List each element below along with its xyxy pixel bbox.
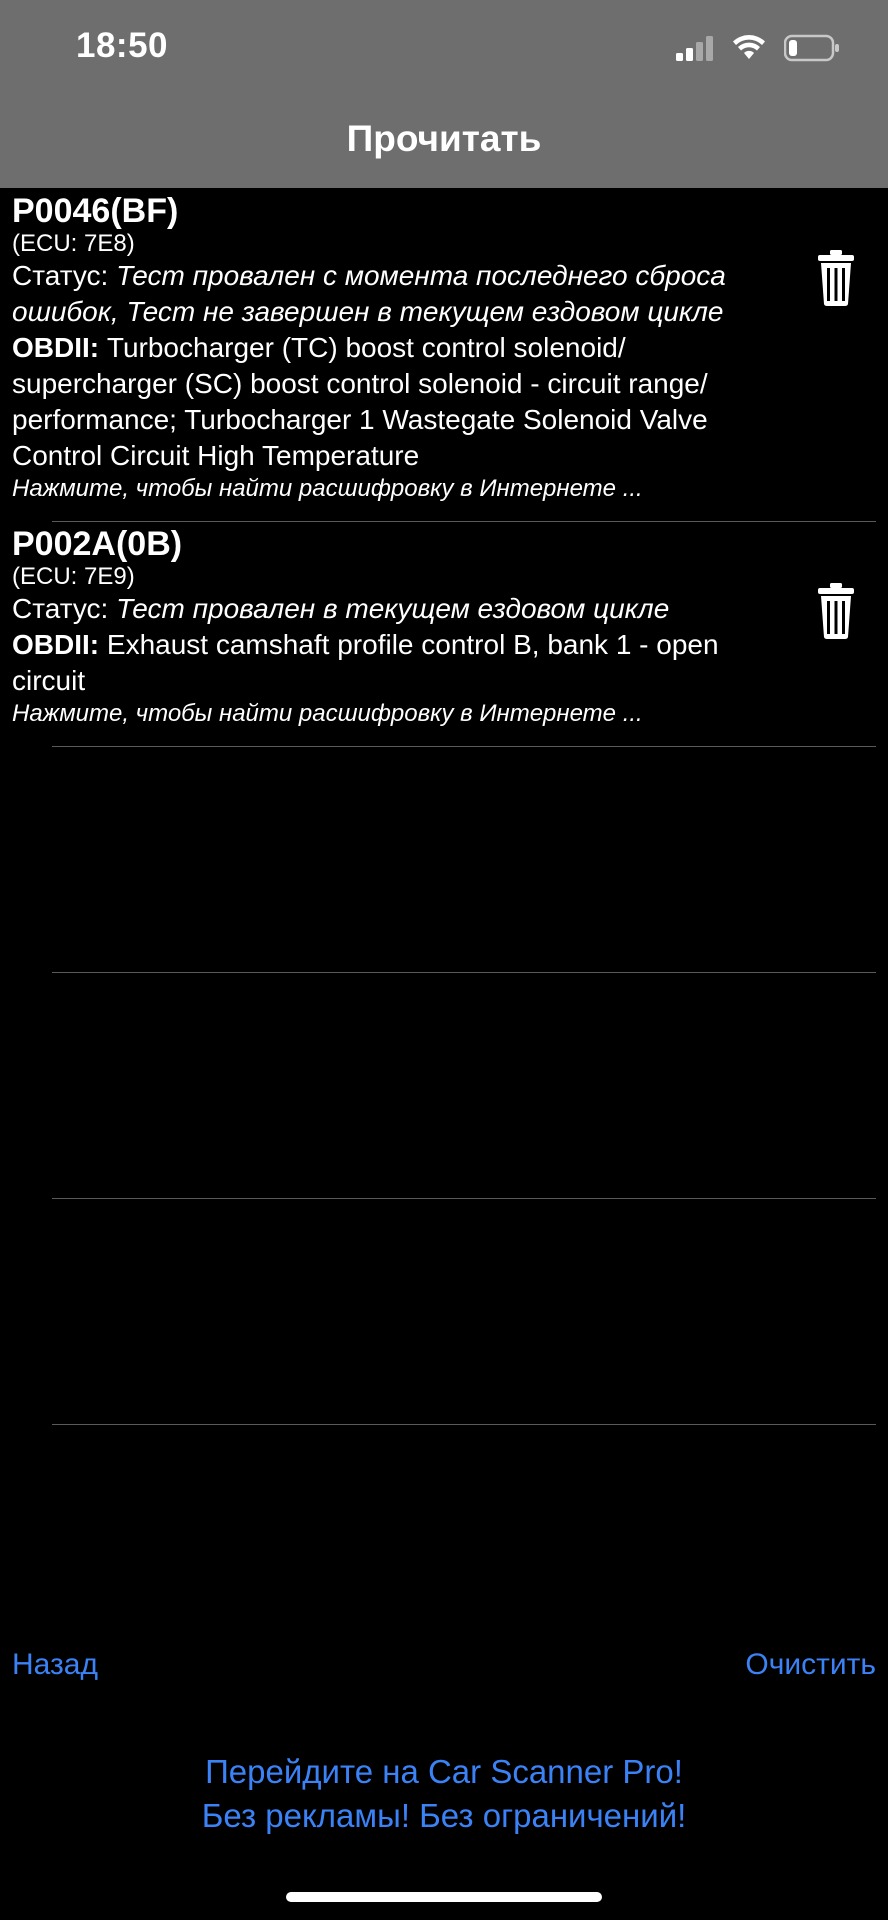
status-icons bbox=[676, 34, 840, 67]
search-online-hint[interactable]: Нажмите, чтобы найти расшифровку в Интер… bbox=[12, 474, 788, 504]
obd-value: Turbocharger (TC) boost control solenoid… bbox=[12, 332, 708, 471]
status-bar: 18:50 bbox=[0, 0, 888, 100]
code-title: P0046(BF) bbox=[12, 192, 179, 230]
battery-low-icon bbox=[783, 34, 840, 67]
trash-icon[interactable] bbox=[816, 583, 856, 639]
empty-row-separator bbox=[52, 1424, 876, 1425]
empty-row-separator bbox=[52, 1198, 876, 1199]
code-status: Статус: Тест провален с момента последне… bbox=[12, 258, 788, 330]
obd-label: OBDII: bbox=[12, 332, 107, 363]
code-obd-description: OBDII: Turbocharger (TC) boost control s… bbox=[12, 330, 788, 474]
code-obd-description: OBDII: Exhaust camshaft profile control … bbox=[12, 627, 788, 699]
page-title: Прочитать bbox=[346, 118, 542, 159]
code-ecu: (ECU: 7E8) bbox=[12, 230, 135, 257]
obd-label: OBDII: bbox=[12, 629, 107, 660]
upgrade-promo[interactable]: Перейдите на Car Scanner Pro! Без реклам… bbox=[0, 1750, 888, 1838]
status-time: 18:50 bbox=[76, 26, 169, 65]
trash-icon[interactable] bbox=[816, 250, 856, 306]
search-online-hint[interactable]: Нажмите, чтобы найти расшифровку в Интер… bbox=[12, 699, 788, 729]
back-button[interactable]: Назад bbox=[12, 1648, 98, 1682]
trouble-code-list: P0046(BF) (ECU: 7E8) Статус: Тест провал… bbox=[0, 188, 888, 747]
obd-value: Exhaust camshaft profile control B, bank… bbox=[12, 629, 719, 696]
status-value: Тест провален с момента последнего сброс… bbox=[12, 260, 726, 327]
navigation-bar: Прочитать bbox=[0, 100, 888, 188]
cellular-signal-icon bbox=[676, 35, 714, 66]
promo-line-1: Перейдите на Car Scanner Pro! bbox=[205, 1753, 683, 1790]
home-indicator[interactable] bbox=[286, 1892, 602, 1902]
empty-row-separator bbox=[52, 972, 876, 973]
status-label: Статус: bbox=[12, 593, 117, 624]
code-title: P002A(0B) bbox=[12, 525, 183, 563]
screen: 18:50 Прочитать P0046(BF) (ECU: 7E8) Ста… bbox=[0, 0, 888, 1920]
trouble-code-item[interactable]: P002A(0B) (ECU: 7E9) Статус: Тест провал… bbox=[0, 521, 888, 747]
code-ecu: (ECU: 7E9) bbox=[12, 563, 135, 590]
promo-line-2: Без рекламы! Без ограничений! bbox=[201, 1797, 687, 1834]
status-value: Тест провален в текущем ездовом цикле bbox=[116, 593, 670, 624]
status-label: Статус: bbox=[12, 260, 117, 291]
trouble-code-item[interactable]: P0046(BF) (ECU: 7E8) Статус: Тест провал… bbox=[0, 188, 888, 522]
row-separator bbox=[52, 746, 876, 747]
clear-button[interactable]: Очистить bbox=[745, 1648, 876, 1682]
code-status: Статус: Тест провален в текущем ездовом … bbox=[12, 591, 788, 627]
wifi-icon bbox=[732, 35, 766, 66]
